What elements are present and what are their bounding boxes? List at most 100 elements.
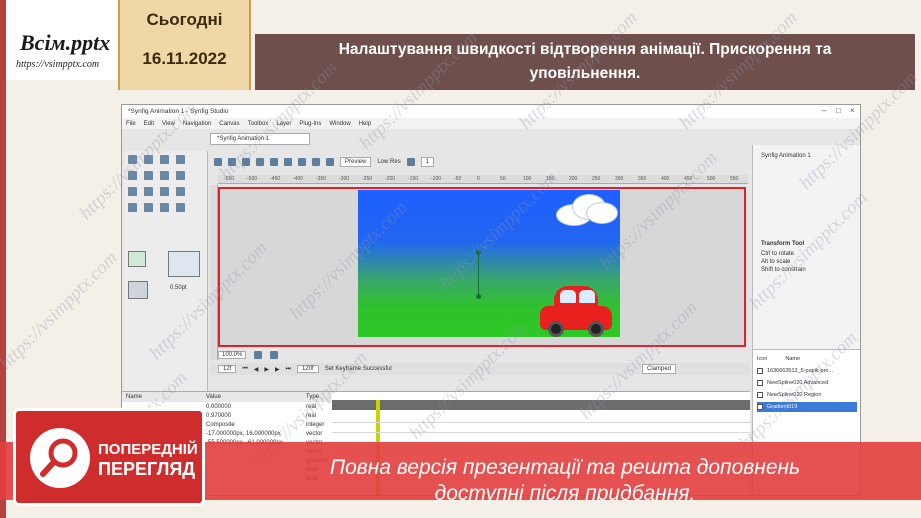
gradient-swatch[interactable]: [128, 281, 148, 299]
star-tool-icon[interactable]: [160, 171, 169, 180]
render-icon[interactable]: [298, 158, 306, 166]
layer-row[interactable]: NewSpline020 Advanced: [757, 378, 857, 388]
menu-edit[interactable]: Edit: [144, 121, 154, 127]
layer-visibility-checkbox[interactable]: [757, 404, 763, 410]
window-title-bar: *Synfig Animation 1 - Synfig Studio: [122, 105, 860, 118]
ruler-tick-label: -100: [431, 176, 442, 182]
play-icon[interactable]: ▶: [264, 366, 269, 373]
menu-window[interactable]: Window: [329, 121, 350, 127]
fill-color-swatch[interactable]: [168, 251, 200, 277]
maximize-icon[interactable]: □: [836, 106, 841, 115]
close-icon[interactable]: ×: [850, 106, 855, 115]
save-as-icon[interactable]: [256, 158, 264, 166]
brand-logo: Всім.pptx https://vsimpptx.com: [6, 0, 118, 80]
canvas-toolbar: Preview Low Res 1: [210, 155, 750, 169]
interpolation-dropdown[interactable]: Clamped: [642, 364, 677, 374]
timetrack-header: [332, 400, 750, 410]
save-icon[interactable]: [242, 158, 250, 166]
tool-hint: Shift to constrain: [761, 267, 806, 273]
ruler-tick-label: -200: [385, 176, 396, 182]
fit-icon[interactable]: [254, 350, 263, 359]
eyedrop-tool-icon[interactable]: [176, 187, 185, 196]
sketch-tool-icon[interactable]: [160, 203, 169, 212]
seek-end-icon[interactable]: ⏭: [286, 366, 291, 373]
menu-file[interactable]: File: [126, 121, 136, 127]
spline-tool-icon[interactable]: [128, 187, 137, 196]
slide-title-box: Налаштування швидкості відтворення аніма…: [255, 34, 915, 90]
frame-spinner[interactable]: 1: [420, 157, 435, 167]
ruler-tick-label: -300: [339, 176, 350, 182]
minimize-icon[interactable]: –: [822, 106, 826, 115]
ruler-tick-label: 0: [477, 176, 480, 182]
preview-message-line2: доступні після придбання.: [434, 482, 696, 505]
menu-layer[interactable]: Layer: [276, 121, 291, 127]
rectangle-tool-icon[interactable]: [144, 171, 153, 180]
fill-tool-icon[interactable]: [160, 187, 169, 196]
zoom-level[interactable]: 100.0%: [218, 350, 247, 359]
status-message: Set Keyframe Successful: [324, 366, 392, 372]
text-tool-icon[interactable]: [144, 203, 153, 212]
next-frame-icon[interactable]: ▶: [275, 366, 280, 373]
synfig-window: *Synfig Animation 1 - Synfig Studio – □ …: [121, 104, 861, 496]
params-col-type: Type: [306, 394, 320, 400]
params-header: Name Value Type: [122, 392, 332, 402]
params-col-value: Value: [206, 394, 221, 400]
cloud-shape[interactable]: [586, 202, 618, 224]
rotate-tool-icon[interactable]: [176, 155, 185, 164]
menu-canvas[interactable]: Canvas: [219, 121, 239, 127]
open-file-icon[interactable]: [228, 158, 236, 166]
new-file-icon[interactable]: [214, 158, 222, 166]
motion-handle-line[interactable]: [478, 253, 479, 297]
menu-view[interactable]: View: [162, 121, 175, 127]
car-wheel[interactable]: [548, 321, 564, 337]
params-col-name: Name: [126, 394, 143, 400]
preview-badge[interactable]: ПОПЕРЕДНІЙ ПЕРЕГЛЯД: [13, 408, 205, 506]
current-time-field[interactable]: 12f: [218, 365, 237, 373]
transform-tool-icon[interactable]: [128, 155, 137, 164]
brush-size-value[interactable]: 0.50pt: [170, 285, 187, 291]
layer-visibility-checkbox[interactable]: [757, 368, 763, 374]
car-wheel[interactable]: [588, 321, 604, 337]
tool-options-title: Transform Tool: [761, 241, 805, 247]
outline-color-swatch[interactable]: [128, 251, 146, 267]
layer-row[interactable]: NewSpline020 Region: [757, 390, 857, 400]
draw-tool-icon[interactable]: [144, 187, 153, 196]
layer-row-selected[interactable]: Gradient019: [757, 402, 857, 412]
ruler-tick-label: 450: [684, 176, 693, 182]
tab-document[interactable]: *Synfig Animation 1: [210, 133, 310, 145]
quality-icon[interactable]: [406, 158, 415, 166]
redo-icon[interactable]: [284, 158, 292, 166]
lowres-toggle[interactable]: Low Res: [377, 159, 400, 165]
menu-plugins[interactable]: Plug-Ins: [299, 121, 321, 127]
circle-tool-icon[interactable]: [128, 171, 137, 180]
menu-toolbox[interactable]: Toolbox: [248, 121, 269, 127]
tool-hint: Ctrl to rotate: [761, 251, 795, 257]
motion-handle-top[interactable]: [476, 250, 481, 255]
motion-handle-bottom[interactable]: [476, 294, 481, 299]
brush-tool-icon[interactable]: [128, 203, 137, 212]
polygon-tool-icon[interactable]: [176, 171, 185, 180]
end-time-field[interactable]: 120f: [297, 365, 319, 373]
layer-visibility-checkbox[interactable]: [757, 392, 763, 398]
layer-visibility-checkbox[interactable]: [757, 380, 763, 386]
menu-help[interactable]: Help: [359, 121, 371, 127]
animation-scene[interactable]: [358, 190, 620, 337]
scale-tool-icon[interactable]: [160, 155, 169, 164]
smooth-move-tool-icon[interactable]: [144, 155, 153, 164]
canvas-workarea[interactable]: [218, 187, 746, 347]
preview-message-line1: Повна версія презентації та решта доповн…: [329, 456, 801, 479]
zoom-tool-icon[interactable]: [176, 203, 185, 212]
canvas-status-row: 100.0%: [210, 349, 750, 360]
car-window: [579, 290, 595, 303]
canvas-browser-item[interactable]: Synfig Animation 1: [761, 153, 811, 159]
seek-begin-icon[interactable]: ⏮: [242, 366, 247, 373]
menu-navigation[interactable]: Navigation: [183, 121, 211, 127]
layer-row[interactable]: 1636663513_5-papik-pro...: [757, 366, 857, 376]
undo-icon[interactable]: [270, 158, 278, 166]
grid-icon[interactable]: [312, 158, 320, 166]
prev-frame-icon[interactable]: ◀: [254, 366, 259, 373]
onion-skin-icon[interactable]: [326, 158, 334, 166]
zoom-in-icon[interactable]: [270, 350, 279, 359]
preview-dropdown[interactable]: Preview: [340, 157, 372, 167]
ruler-tick-label: -250: [362, 176, 373, 182]
